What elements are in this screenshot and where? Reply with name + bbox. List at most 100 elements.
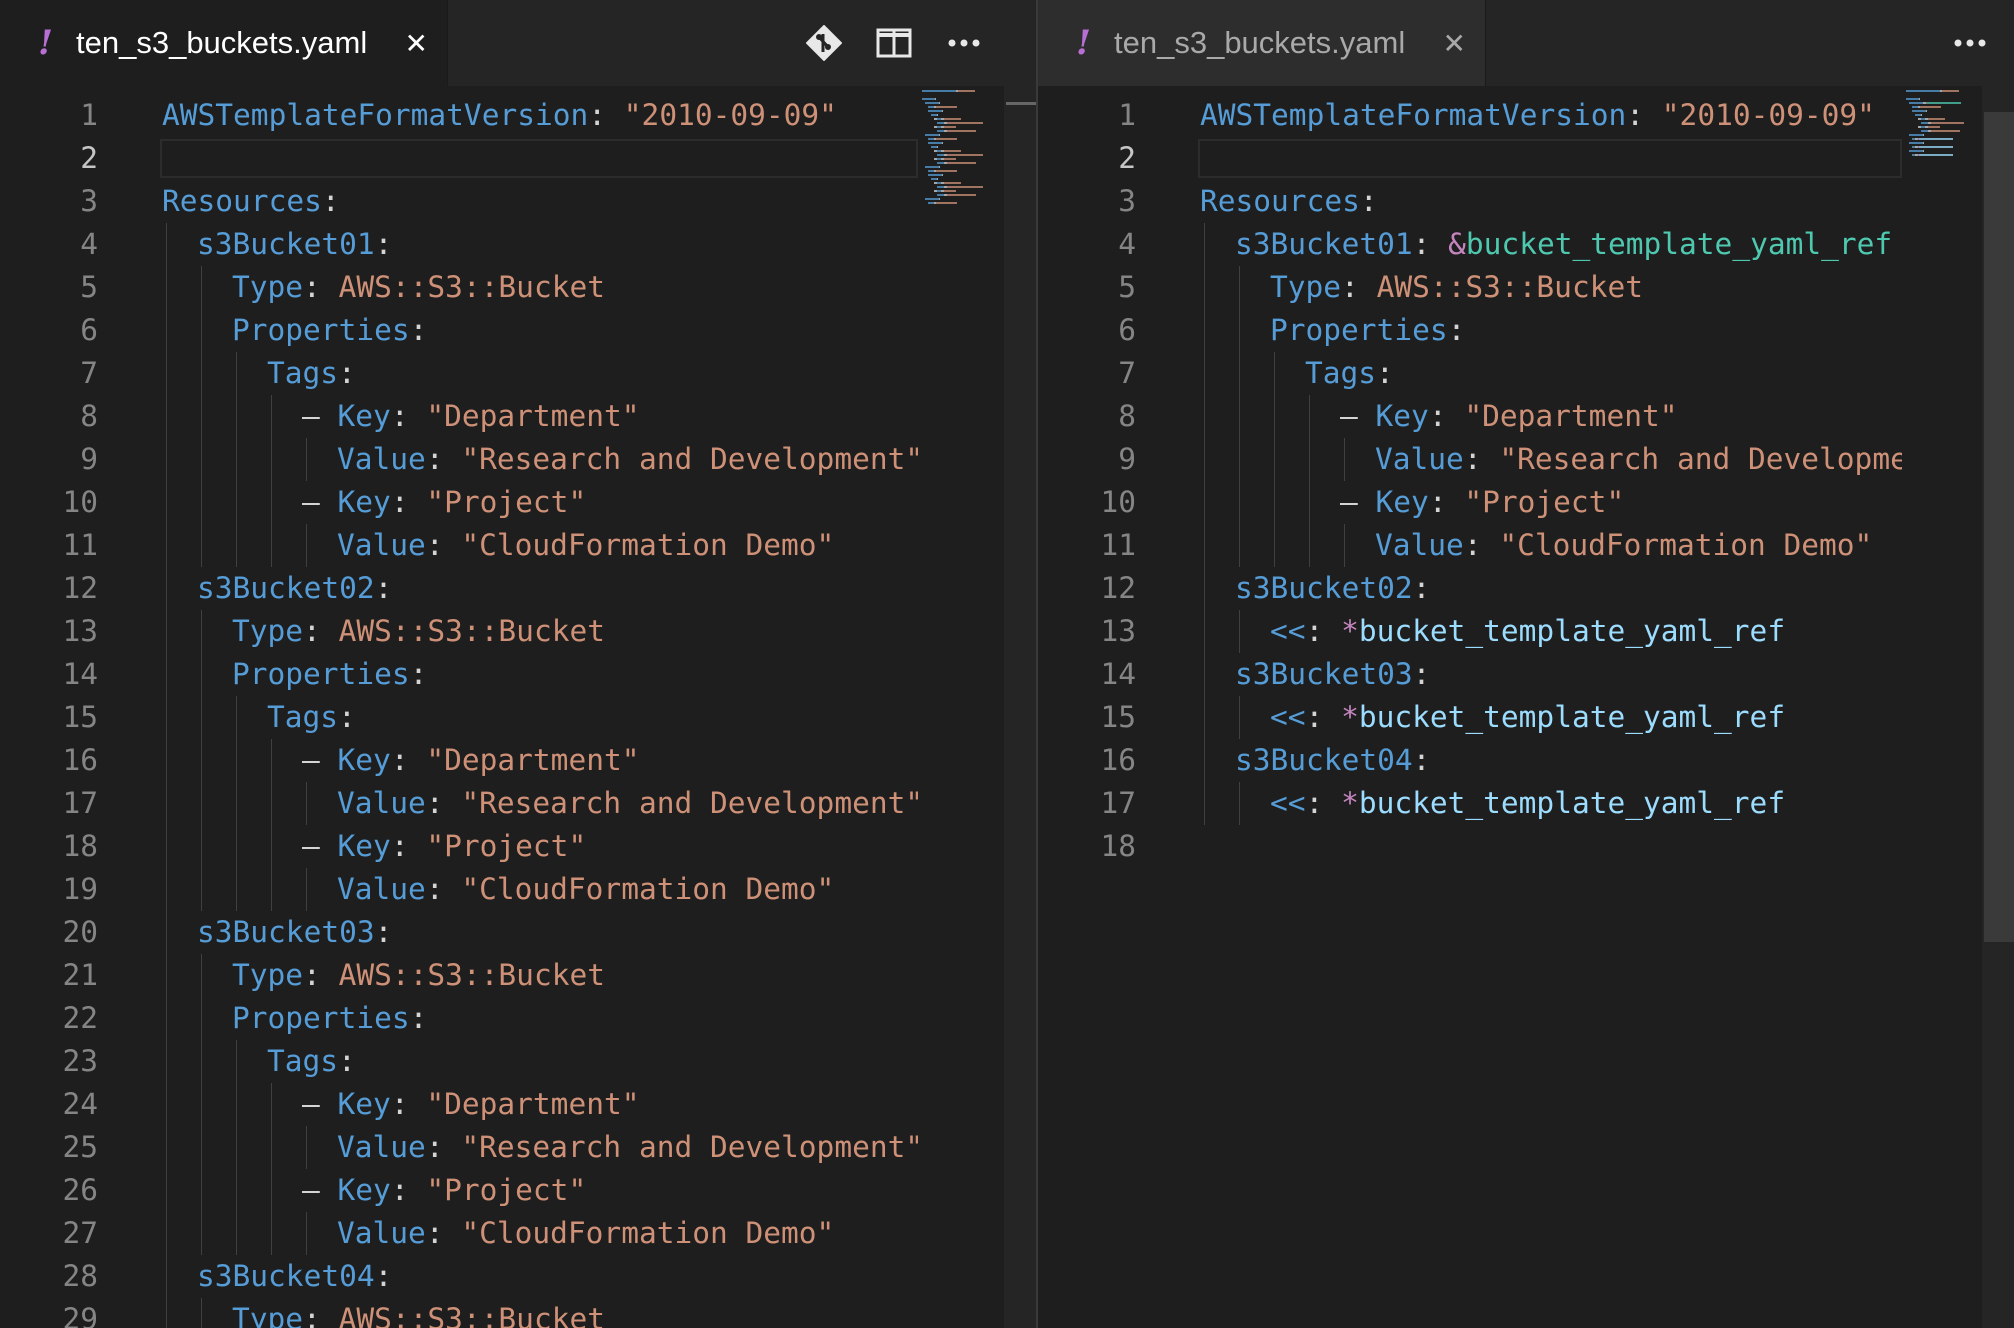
minimap-left[interactable] [918, 86, 1004, 1328]
split-editor-icon[interactable] [874, 23, 914, 63]
code-token: Type [232, 270, 304, 304]
minimap-line [1909, 134, 1923, 136]
minimap-line [1912, 110, 1926, 112]
code-line[interactable]: 11 Value: "CloudFormation Demo" [1038, 524, 1902, 567]
code-line[interactable]: 3 Resources: [1038, 180, 1902, 223]
code-line[interactable]: 11 Value: "CloudFormation Demo" [0, 524, 918, 567]
code-line[interactable]: 26 – Key: "Project" [0, 1169, 918, 1212]
code-line[interactable]: 25 Value: "Research and Development" [0, 1126, 923, 1169]
minimap-line [943, 150, 961, 152]
code-line[interactable]: 21 Type: AWS::S3::Bucket [0, 954, 918, 997]
code-line[interactable]: 8 – Key: "Department" [0, 395, 918, 438]
indent-guide [1274, 395, 1275, 438]
more-actions-icon[interactable] [1950, 23, 1990, 63]
code-token: : [409, 313, 428, 347]
code-line[interactable]: 16 – Key: "Department" [0, 739, 918, 782]
code-line[interactable]: 13 <<: *bucket_template_yaml_ref [1038, 610, 1902, 653]
line-number: 7 [1118, 356, 1136, 390]
indent-guide [166, 782, 167, 825]
more-actions-icon[interactable] [944, 23, 984, 63]
indent-guide [201, 954, 202, 997]
code-line[interactable]: 9 Value: "Research and Development" [0, 438, 923, 481]
code-text: – Key: "Project" [302, 481, 586, 524]
code-token: Resources [1200, 184, 1360, 218]
code-line[interactable]: 29 Type: AWS::S3::Bucket [0, 1298, 918, 1328]
code-token: : [338, 1044, 356, 1078]
code-line[interactable]: 28 s3Bucket04: [0, 1255, 918, 1298]
code-line[interactable]: 7 Tags: [0, 352, 918, 395]
code-line[interactable]: 18 [1038, 825, 1902, 868]
code-line[interactable]: 15 Tags: [0, 696, 918, 739]
scrollbar-right[interactable] [1982, 86, 2014, 1328]
minimap-line [936, 114, 938, 116]
code-line[interactable]: 16 s3Bucket04: [1038, 739, 1902, 782]
code-token: Key [337, 485, 391, 519]
code-text: Type: AWS::S3::Bucket [232, 610, 605, 653]
code-line[interactable]: 6 Properties: [0, 309, 918, 352]
minimap-line [1930, 122, 1965, 124]
code-line[interactable]: 24 – Key: "Department" [0, 1083, 918, 1126]
indent-guide [306, 524, 307, 567]
code-line[interactable]: 2 [0, 137, 918, 180]
code-line[interactable]: 8 – Key: "Department" [1038, 395, 1902, 438]
code-text: s3Bucket04: [1235, 739, 1430, 782]
code-line[interactable]: 9 Value: "Research and Developmen [1038, 438, 1926, 481]
indent-guide [201, 1083, 202, 1126]
minimap-line [1906, 90, 1940, 92]
minimap-line [937, 130, 944, 132]
line-number: 23 [62, 1044, 98, 1078]
code-line[interactable]: 3 Resources: [0, 180, 918, 223]
code-line[interactable]: 22 Properties: [0, 997, 918, 1040]
code-line[interactable]: 10 – Key: "Project" [0, 481, 918, 524]
code-text: Properties: [232, 997, 427, 1040]
code-line[interactable]: 10 – Key: "Project" [1038, 481, 1902, 524]
indent-guide [1204, 352, 1205, 395]
code-editor-left[interactable]: 1 AWSTemplateFormatVersion: "2010-09-09" 2… [0, 86, 923, 1328]
open-changes-icon[interactable] [804, 23, 844, 63]
line-number: 27 [62, 1216, 98, 1250]
code-line[interactable]: 5 Type: AWS::S3::Bucket [0, 266, 918, 309]
code-text: Tags: [267, 696, 356, 739]
code-line[interactable]: 13 Type: AWS::S3::Bucket [0, 610, 918, 653]
indent-guide [201, 825, 202, 868]
code-line[interactable]: 7 Tags: [1038, 352, 1902, 395]
code-line[interactable]: 23 Tags: [0, 1040, 918, 1083]
code-text: Properties: [1270, 309, 1465, 352]
code-line[interactable]: 17 Value: "Research and Development" [0, 782, 923, 825]
code-line[interactable]: 14 Properties: [0, 653, 918, 696]
indent-guide [1204, 782, 1205, 825]
scrollbar-left[interactable] [1004, 86, 1036, 1328]
minimap-line [1930, 130, 1961, 132]
code-token: "Research and Development" [461, 786, 924, 820]
code-line[interactable]: 14 s3Bucket03: [1038, 653, 1902, 696]
code-line[interactable]: 20 s3Bucket03: [0, 911, 918, 954]
close-icon[interactable]: ✕ [1437, 27, 1471, 60]
indent-guide [271, 825, 272, 868]
code-line[interactable]: 15 <<: *bucket_template_yaml_ref [1038, 696, 1902, 739]
minimap-line [1927, 126, 1941, 128]
code-line[interactable]: 4 s3Bucket01: &bucket_template_yaml_ref [1038, 223, 1902, 266]
code-line[interactable]: 1 AWSTemplateFormatVersion: "2010-09-09" [0, 94, 918, 137]
line-number: 22 [62, 1001, 98, 1035]
code-line[interactable]: 19 Value: "CloudFormation Demo" [0, 868, 918, 911]
code-line[interactable]: 18 – Key: "Project" [0, 825, 918, 868]
code-line[interactable]: 2 [1038, 137, 1902, 180]
code-line[interactable]: 1 AWSTemplateFormatVersion: "2010-09-09" [1038, 94, 1902, 137]
code-line[interactable]: 6 Properties: [1038, 309, 1902, 352]
code-line[interactable]: 17 <<: *bucket_template_yaml_ref [1038, 782, 1902, 825]
code-line[interactable]: 5 Type: AWS::S3::Bucket [1038, 266, 1902, 309]
minimap-line [937, 186, 944, 188]
minimap-line [925, 134, 939, 136]
tab-ten-s3-buckets-right[interactable]: ! ten_s3_buckets.yaml ✕ [1038, 0, 1487, 86]
minimap-line [937, 122, 944, 124]
tab-ten-s3-buckets-left[interactable]: ! ten_s3_buckets.yaml ✕ [0, 0, 449, 86]
code-token: Value [1375, 528, 1464, 562]
code-line[interactable]: 12 s3Bucket02: [0, 567, 918, 610]
indent-guide [1204, 653, 1205, 696]
code-line[interactable]: 12 s3Bucket02: [1038, 567, 1902, 610]
code-line[interactable]: 4 s3Bucket01: [0, 223, 918, 266]
code-editor-right[interactable]: 1 AWSTemplateFormatVersion: "2010-09-09" 2… [1038, 86, 1926, 1328]
scrollbar-thumb[interactable] [1984, 112, 2014, 942]
close-icon[interactable]: ✕ [399, 27, 433, 60]
code-line[interactable]: 27 Value: "CloudFormation Demo" [0, 1212, 918, 1255]
